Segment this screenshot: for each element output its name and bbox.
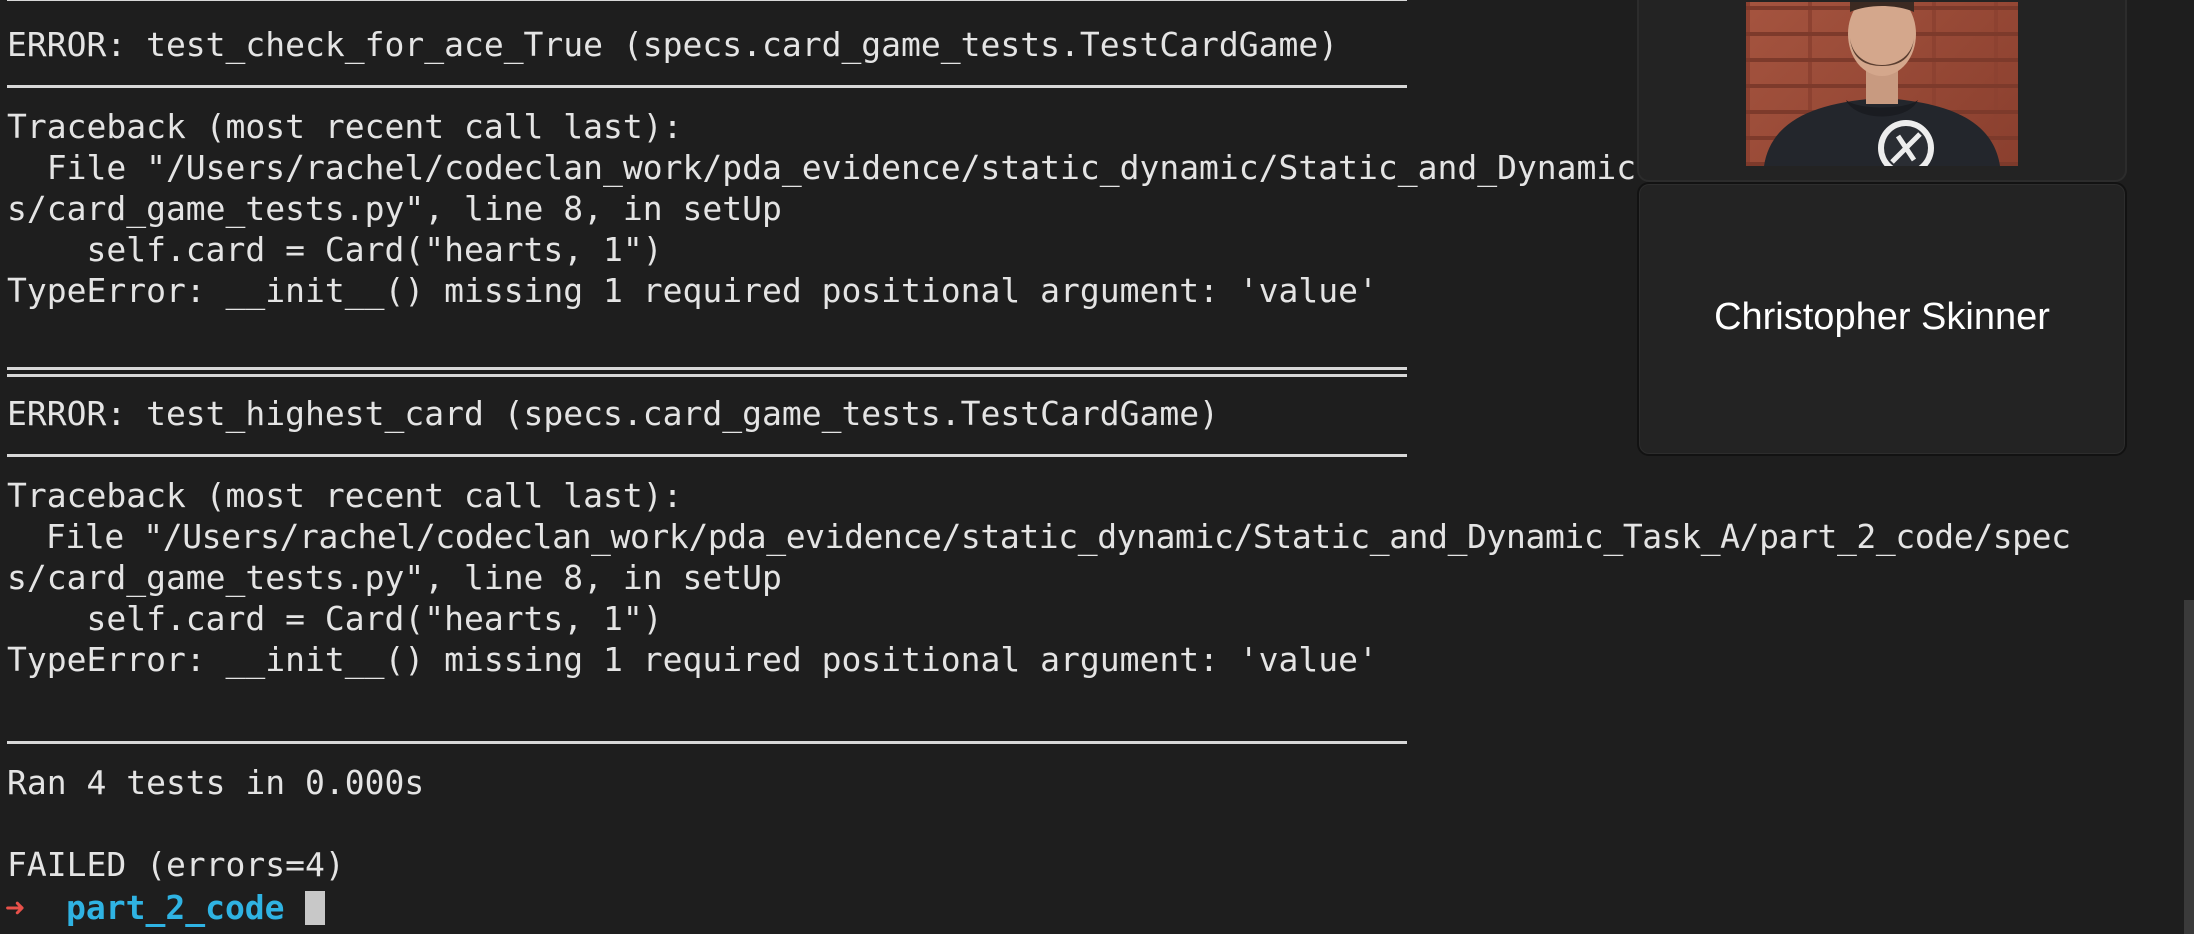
traceback-file-cont-line: s/card_game_tests.py", line 8, in setUp	[7, 558, 782, 597]
traceback-file-line: File "/Users/rachel/codeclan_work/pda_ev…	[7, 148, 1637, 187]
separator-single	[7, 434, 1407, 475]
traceback-file-line: File "/Users/rachel/codeclan_work/pda_ev…	[7, 517, 2071, 556]
participant-video-feed	[1746, 2, 2018, 166]
traceback-code-line: self.card = Card("hearts, 1")	[7, 230, 663, 269]
separator-single	[7, 721, 1407, 762]
separator-double	[7, 0, 1407, 17]
failed-status-line: FAILED (errors=4)	[7, 845, 345, 884]
traceback-code-line: self.card = Card("hearts, 1")	[7, 599, 663, 638]
separator-single	[7, 65, 1407, 106]
error-header-line: ERROR: test_check_for_ace_True (specs.ca…	[7, 25, 1339, 64]
participant-video-tile[interactable]	[1637, 0, 2127, 182]
participant-name-tile[interactable]: Christopher Skinner	[1637, 182, 2127, 456]
terminal-scrollbar[interactable]	[2184, 600, 2194, 934]
test-summary-line: Ran 4 tests in 0.000s	[7, 763, 425, 802]
error-header-line: ERROR: test_highest_card (specs.card_gam…	[7, 394, 1219, 433]
prompt-arrow-icon: ➜	[5, 888, 25, 927]
person-figure	[1764, 2, 2000, 166]
traceback-line: Traceback (most recent call last):	[7, 476, 683, 515]
traceback-file-cont-line: s/card_game_tests.py", line 8, in setUp	[7, 189, 782, 228]
terminal-cursor	[305, 891, 325, 925]
prompt-directory: part_2_code	[66, 888, 285, 927]
participant-name-label: Christopher Skinner	[1714, 296, 2050, 338]
traceback-line: Traceback (most recent call last):	[7, 107, 683, 146]
type-error-line: TypeError: __init__() missing 1 required…	[7, 640, 1378, 679]
type-error-line: TypeError: __init__() missing 1 required…	[7, 271, 1378, 310]
screen: ERROR: test_check_for_ace_True (specs.ca…	[0, 0, 2194, 934]
separator-double	[7, 352, 1407, 393]
